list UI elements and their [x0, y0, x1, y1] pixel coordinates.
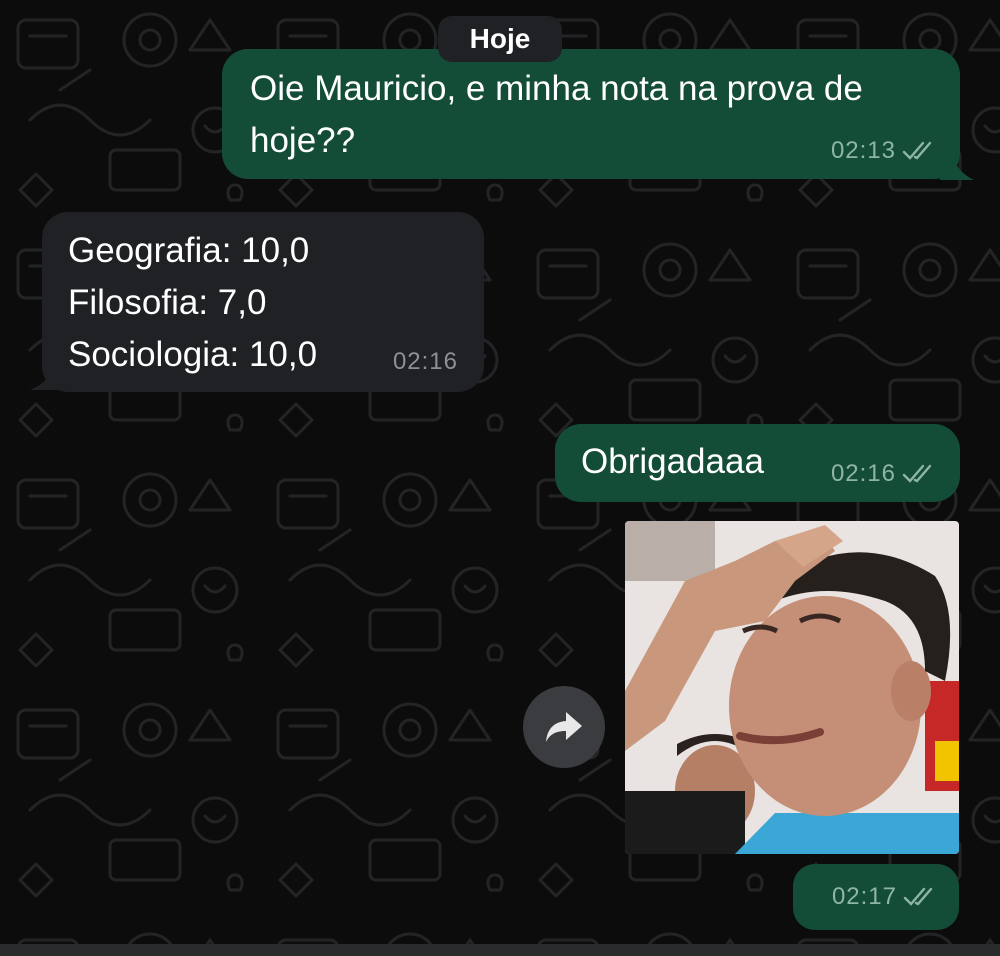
chat-view: Hoje Oie Mauricio, e minha nota na prova… — [0, 0, 1000, 956]
reaction-photo-man-hand-on-forehead — [625, 521, 959, 854]
double-check-icon — [903, 887, 933, 906]
message-meta: 02:16 — [831, 460, 936, 488]
message-time: 02:16 — [392, 348, 458, 375]
message-meta: 02:16 — [393, 348, 458, 376]
photo-meta-pill: 02:17 — [793, 864, 959, 930]
message-incoming[interactable]: Geografia: 10,0 Filosofia: 7,0 Sociologi… — [42, 212, 484, 392]
grade-line-geografia: Geografia: 10,0 — [68, 231, 310, 270]
grade-line-sociologia: Sociologia: 10,0 — [68, 335, 318, 374]
message-text: Obrigadaaa — [581, 442, 764, 481]
message-time: 02:13 — [830, 137, 896, 164]
message-outgoing[interactable]: Obrigadaaa 02:16 — [555, 424, 960, 502]
bottom-bar — [0, 944, 1000, 956]
message-time: 02:16 — [830, 460, 896, 487]
double-check-icon — [902, 141, 932, 160]
message-meta: 02:13 — [831, 137, 936, 165]
forward-button[interactable] — [523, 686, 605, 768]
message-time: 02:17 — [831, 883, 897, 910]
reaction-photo[interactable] — [625, 521, 959, 854]
double-check-icon — [902, 464, 932, 483]
message-text: Oie Mauricio, e minha nota na prova de h… — [250, 69, 863, 160]
date-divider: Hoje — [438, 16, 562, 62]
grade-line-filosofia: Filosofia: 7,0 — [68, 283, 267, 322]
share-forward-icon — [546, 712, 582, 742]
message-outgoing[interactable]: Oie Mauricio, e minha nota na prova de h… — [222, 49, 960, 179]
message-meta: 02:17 — [832, 883, 937, 911]
